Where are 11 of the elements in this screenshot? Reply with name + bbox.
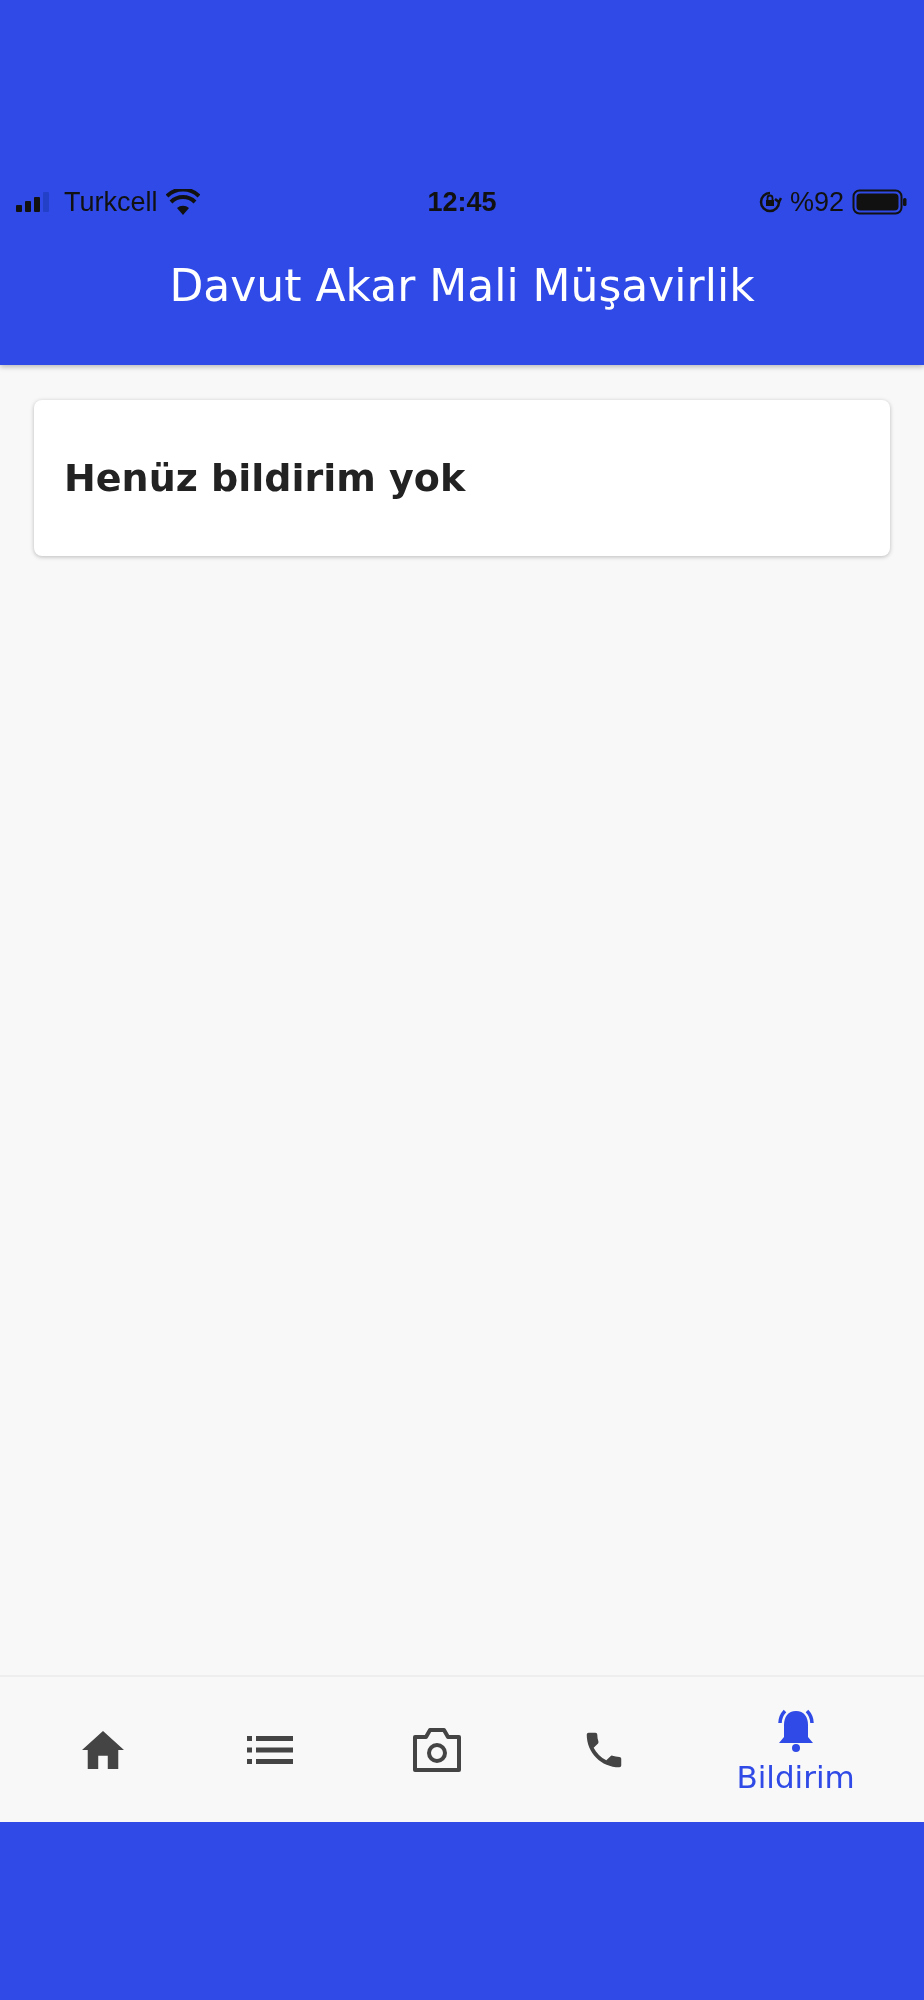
nav-tab[interactable]: Bildirim xyxy=(687,1704,904,1795)
list-icon xyxy=(247,1734,294,1765)
rotation-lock-icon xyxy=(757,190,782,214)
camera-icon xyxy=(412,1726,462,1773)
battery-icon xyxy=(852,189,908,215)
battery-percent: %92 xyxy=(789,186,844,218)
app-title: Davut Akar Mali Müşavirlik xyxy=(168,260,756,311)
notice-card: Henüz bildirim yok xyxy=(34,400,890,556)
clock-time: 12:45 xyxy=(427,186,497,218)
carrier-name: Turkcell xyxy=(64,186,158,218)
wifi-icon xyxy=(165,189,200,215)
